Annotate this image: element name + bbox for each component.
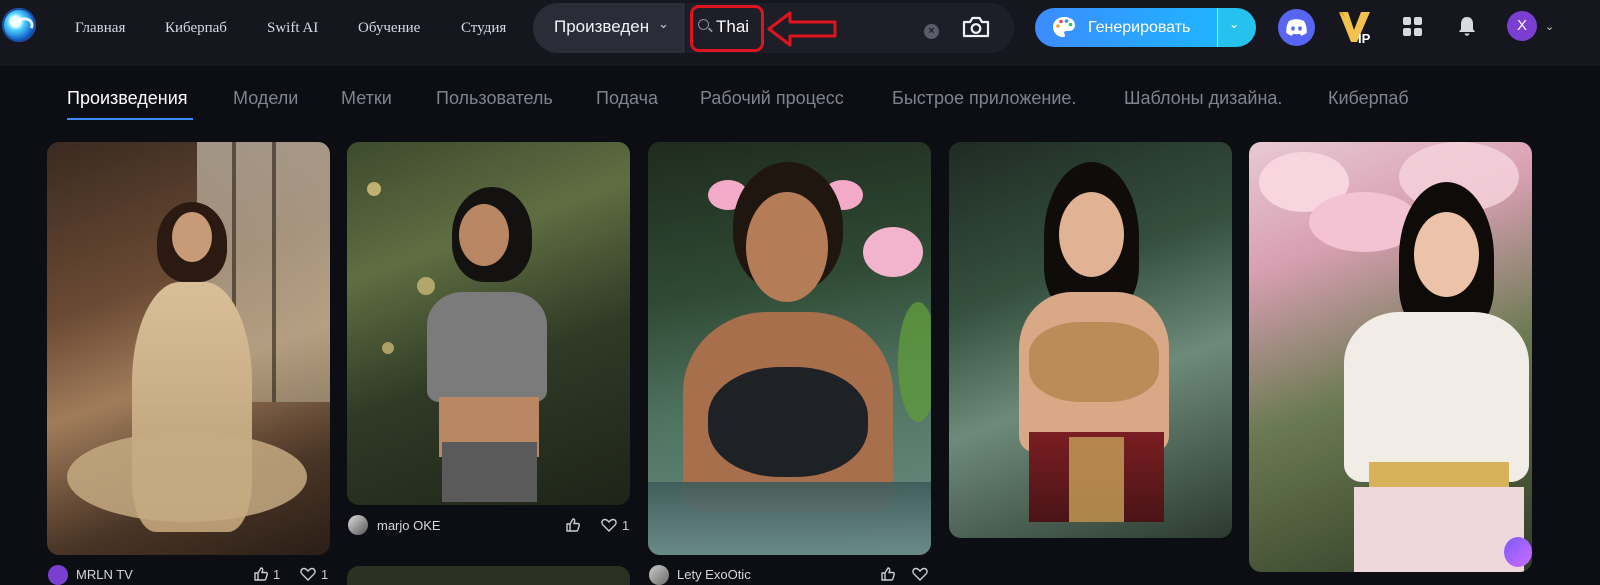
chevron-down-icon[interactable]: ⌄ [1545,20,1554,33]
palette-icon [1053,17,1075,37]
gallery-card-image[interactable] [949,142,1232,538]
site-logo-icon[interactable] [2,8,36,42]
discord-icon[interactable] [1278,9,1315,46]
tab-design-templates[interactable]: Шаблоны дизайна. [1124,88,1282,109]
author-avatar[interactable] [649,565,669,585]
author-avatar[interactable] [48,565,68,585]
like-count: 1 [273,567,281,582]
tab-works[interactable]: Произведения [67,88,188,109]
tab-models[interactable]: Модели [233,88,298,109]
tab-quick-apps[interactable]: Быстрое приложение. [892,88,1076,109]
apps-grid-icon[interactable] [1403,17,1423,37]
favorite-icon[interactable] [300,567,316,581]
favorite-icon[interactable] [601,518,617,532]
camera-icon[interactable] [962,15,990,39]
nav-home[interactable]: Главная [75,20,125,37]
nav-cyberpub[interactable]: Киберпаб [165,20,227,37]
tab-users[interactable]: Пользователь [436,88,553,109]
generate-button-label[interactable]: Генерировать [1088,19,1190,37]
search-type-label[interactable]: Произведен [554,17,649,37]
author-name[interactable]: MRLN TV [76,567,133,582]
nav-learning[interactable]: Обучение [358,20,420,37]
tab-cyberpub[interactable]: Киберпаб [1328,88,1409,109]
nav-studio[interactable]: Студия [461,20,506,37]
chevron-down-icon[interactable]: ⌄ [658,16,669,32]
author-name[interactable]: marjo OKE [377,518,441,533]
gallery-card-image[interactable] [47,142,330,555]
like-icon[interactable] [253,566,269,582]
annotation-arrow-icon [767,11,837,47]
tab-tags[interactable]: Метки [341,88,392,109]
vip-badge-icon[interactable]: IP [1337,8,1377,46]
annotation-highlight-box [690,5,764,52]
nav-swift-ai[interactable]: Swift AI [267,20,318,37]
chevron-down-icon[interactable]: ⌄ [1229,17,1239,31]
gallery-card-image[interactable] [347,566,630,585]
notification-bell-icon[interactable] [1457,15,1477,37]
author-avatar[interactable] [348,515,368,535]
favorite-icon[interactable] [912,567,928,581]
tab-submissions[interactable]: Подача [596,88,658,109]
gallery-card-image[interactable] [1249,142,1532,572]
gallery-card-image[interactable] [347,142,630,505]
user-avatar[interactable]: X [1507,11,1537,41]
like-icon[interactable] [880,566,896,582]
active-tab-indicator [67,118,193,120]
vip-label: IP [1358,31,1371,46]
favorite-count: 1 [622,518,630,533]
author-name[interactable]: Lety ExoOtic [677,567,751,582]
gallery-card-image[interactable] [648,142,931,555]
clear-search-icon[interactable]: × [924,24,939,39]
like-icon[interactable] [565,517,581,533]
tab-workflow[interactable]: Рабочий процесс [700,88,844,109]
favorite-count: 1 [321,567,329,582]
